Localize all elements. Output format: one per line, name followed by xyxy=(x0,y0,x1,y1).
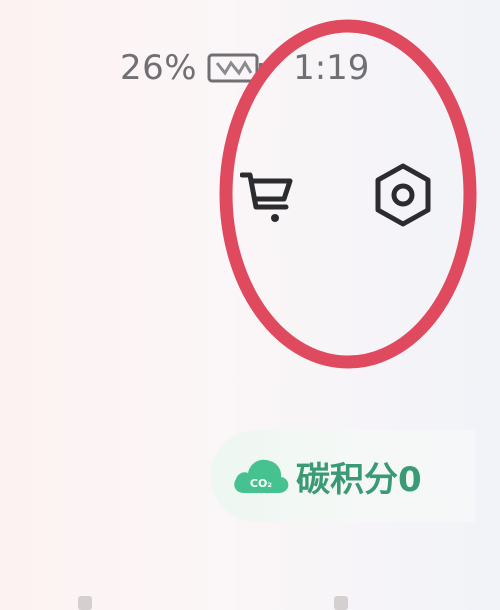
cropped-nav-item xyxy=(334,596,348,610)
co2-cloud-icon: CO₂ xyxy=(234,459,289,493)
clock-time: 1:19 xyxy=(293,48,370,88)
header-actions xyxy=(240,160,450,235)
status-bar: 26% 1:19 xyxy=(120,48,369,88)
battery-percent: 26% xyxy=(120,48,198,88)
battery-charging-icon xyxy=(207,53,264,83)
cart-icon[interactable] xyxy=(240,165,294,227)
carbon-points-label: 碳积分0 xyxy=(296,459,422,500)
settings-hexagon-icon[interactable] xyxy=(368,160,438,230)
cropped-nav-item xyxy=(78,596,92,610)
co2-icon-text: CO₂ xyxy=(250,477,272,490)
carbon-points-badge[interactable]: CO₂ 碳积分0 xyxy=(210,430,475,522)
